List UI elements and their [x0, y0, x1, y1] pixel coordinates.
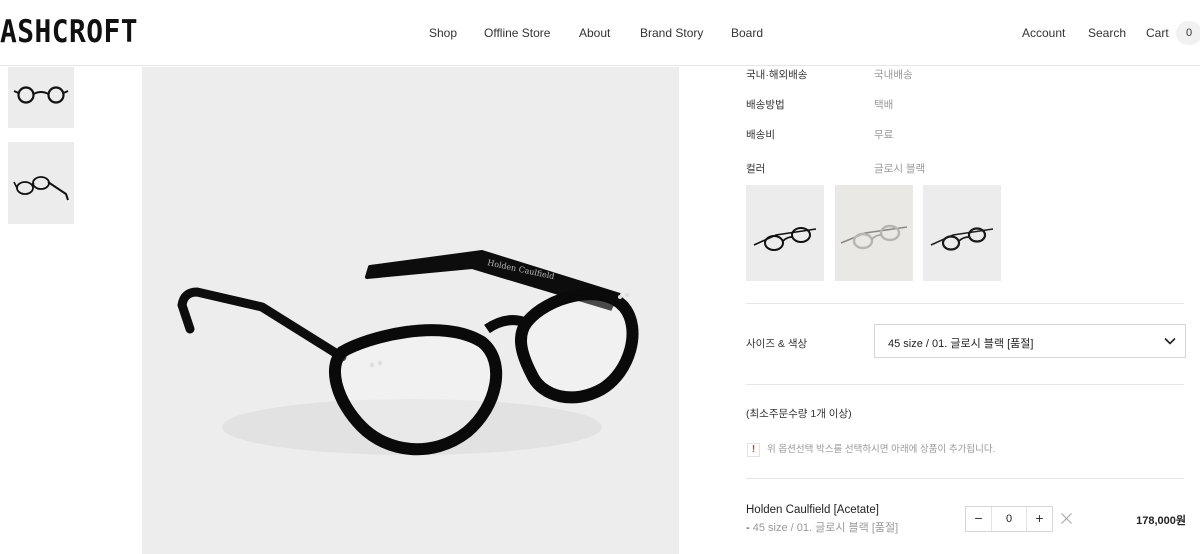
exclamation-icon: !: [747, 443, 760, 457]
nav-about[interactable]: About: [579, 25, 610, 41]
nav-search[interactable]: Search: [1088, 25, 1126, 41]
option-label-row: 사이즈 & 색상: [746, 337, 807, 351]
glasses-black-icon: [930, 227, 994, 251]
glasses-photo-icon: Holden Caulfield: [177, 250, 639, 456]
min-order-text: (최소주문수량 1개 이상): [746, 408, 852, 420]
info-row-shipping-fee: 배송비 무료: [746, 128, 893, 142]
info-label: 배송비: [746, 129, 775, 141]
info-value: 국내배송: [874, 69, 913, 81]
notice-row: 위 옵션선택 박스를 선택하시면 아래에 상품이 추가됩니다.: [767, 443, 995, 457]
color-swatch-black[interactable]: [923, 185, 1001, 281]
divider: [746, 384, 1184, 385]
nav-brand-story[interactable]: Brand Story: [640, 25, 703, 41]
glasses-black-icon: [753, 227, 817, 251]
selected-product-option: - 45 size / 01. 글로시 블랙 [품절]: [746, 519, 898, 535]
product-main-image: Holden Caulfield: [142, 67, 679, 554]
color-swatch-clear[interactable]: [835, 185, 913, 281]
glasses-folded-icon: [13, 176, 69, 201]
chevron-down-icon: [1164, 337, 1176, 345]
info-row-shipping-region: 국내·해외배송 국내배송: [746, 68, 913, 82]
info-value: 택배: [874, 99, 894, 111]
increase-quantity-button[interactable]: +: [1026, 507, 1052, 531]
info-value: 글로시 블랙: [874, 163, 926, 175]
select-value: 45 size / 01. 글로시 블랙 [품절]: [888, 338, 1034, 350]
info-value: 무료: [874, 129, 894, 141]
info-row-color: 컬러 글로시 블랙: [746, 162, 925, 176]
color-swatch-glossy-black[interactable]: [746, 185, 824, 281]
info-row-shipping-method: 배송방법 택배: [746, 98, 893, 112]
glasses-clear-icon: [840, 224, 908, 250]
option-text: 45 size / 01. 글로시 블랙 [품절]: [752, 522, 899, 534]
close-icon[interactable]: [1060, 512, 1073, 525]
info-label: 국내·해외배송: [746, 69, 808, 81]
quantity-stepper: − 0 +: [965, 506, 1053, 532]
option-label: 사이즈 & 색상: [746, 338, 808, 350]
item-price: 178,000원: [1136, 515, 1186, 527]
cart-count-badge[interactable]: 0: [1176, 21, 1200, 45]
nav-account[interactable]: Account: [1022, 25, 1065, 41]
nav-offline-store[interactable]: Offline Store: [484, 25, 550, 41]
nav-board[interactable]: Board: [731, 25, 763, 41]
divider: [746, 478, 1184, 479]
info-label: 컬러: [746, 163, 766, 175]
gallery-thumbnail-folded[interactable]: [8, 142, 74, 224]
quantity-input[interactable]: 0: [993, 507, 1025, 531]
selected-product-name: Holden Caulfield [Acetate]: [746, 504, 879, 516]
glasses-front-icon: [13, 86, 69, 104]
min-order-row: (최소주문수량 1개 이상): [746, 407, 852, 421]
gallery-thumbnail-front[interactable]: [8, 67, 74, 128]
notice-text: 위 옵션선택 박스를 선택하시면 아래에 상품이 추가됩니다.: [767, 444, 996, 455]
nav-shop[interactable]: Shop: [429, 25, 457, 41]
size-color-select[interactable]: 45 size / 01. 글로시 블랙 [품절]: [874, 324, 1186, 358]
site-header: ASHCROFT Shop Offline Store About Brand …: [0, 0, 1200, 66]
nav-cart[interactable]: Cart: [1146, 25, 1169, 41]
info-label: 배송방법: [746, 99, 785, 111]
main-nav: Shop Offline Store About Brand Story Boa…: [0, 25, 1200, 41]
decrease-quantity-button[interactable]: −: [966, 507, 992, 531]
divider: [746, 303, 1184, 304]
option-dash: -: [746, 522, 750, 534]
